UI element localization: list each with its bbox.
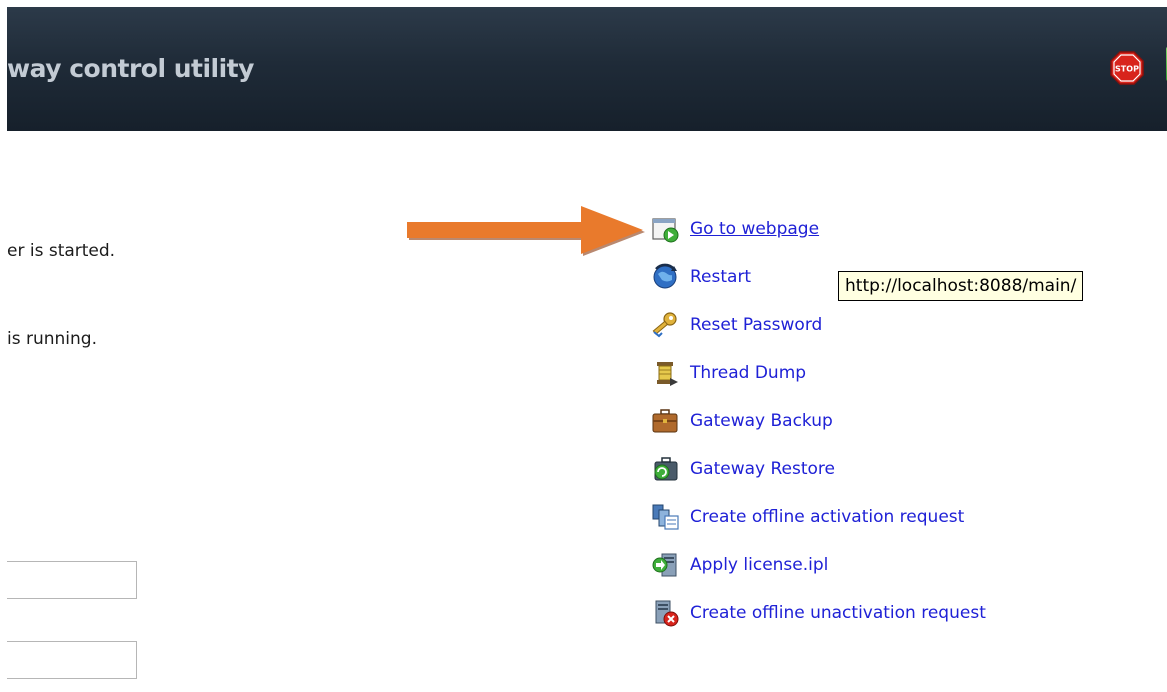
action-create-offline-unactivation[interactable]: Create offline unactivation request — [650, 598, 986, 628]
url-tooltip: http://localhost:8088/main/ — [838, 271, 1084, 301]
annotation-arrow-icon — [407, 206, 645, 256]
action-create-offline-activation[interactable]: Create offline activation request — [650, 502, 964, 532]
webpage-go-icon — [652, 218, 679, 243]
action-label[interactable]: Gateway Restore — [690, 459, 835, 479]
unactivation-request-icon — [655, 600, 679, 627]
action-go-to-webpage[interactable]: Go to webpage — [650, 214, 819, 244]
action-label[interactable]: Gateway Backup — [690, 411, 833, 431]
page-frame: way control utility STOP er is started. … — [0, 0, 1167, 692]
action-thread-dump[interactable]: Thread Dump — [650, 358, 806, 388]
action-label[interactable]: Restart — [690, 267, 751, 287]
activation-request-icon — [652, 504, 679, 530]
action-gateway-restore[interactable]: Gateway Restore — [650, 454, 835, 484]
restore-briefcase-icon — [654, 457, 678, 481]
svg-text:STOP: STOP — [1115, 65, 1139, 74]
text-field-2[interactable] — [7, 641, 137, 679]
status-line-started: er is started. — [7, 241, 116, 261]
app-header: way control utility STOP — [7, 7, 1167, 131]
action-label[interactable]: Create offline activation request — [690, 507, 964, 527]
action-label[interactable]: Create offline unactivation request — [690, 603, 986, 623]
main-content: er is started. is running. Go to webpage — [7, 131, 1167, 692]
stop-sign-icon[interactable]: STOP — [1110, 51, 1144, 85]
key-icon — [652, 312, 677, 338]
action-label[interactable]: Go to webpage — [690, 219, 819, 239]
action-label[interactable]: Apply license.ipl — [690, 555, 828, 575]
spool-icon — [657, 362, 678, 386]
briefcase-icon — [652, 409, 678, 433]
action-label[interactable]: Reset Password — [690, 315, 822, 335]
apply-license-icon — [652, 553, 677, 577]
action-label[interactable]: Thread Dump — [690, 363, 806, 383]
action-gateway-backup[interactable]: Gateway Backup — [650, 406, 833, 436]
action-apply-license[interactable]: Apply license.ipl — [650, 550, 828, 580]
restart-globe-icon — [653, 263, 677, 289]
header-title: way control utility — [7, 54, 254, 83]
status-line-running: is running. — [7, 329, 97, 349]
action-reset-password[interactable]: Reset Password — [650, 310, 822, 340]
text-field-1[interactable] — [7, 561, 137, 599]
action-restart[interactable]: Restart — [650, 262, 751, 292]
